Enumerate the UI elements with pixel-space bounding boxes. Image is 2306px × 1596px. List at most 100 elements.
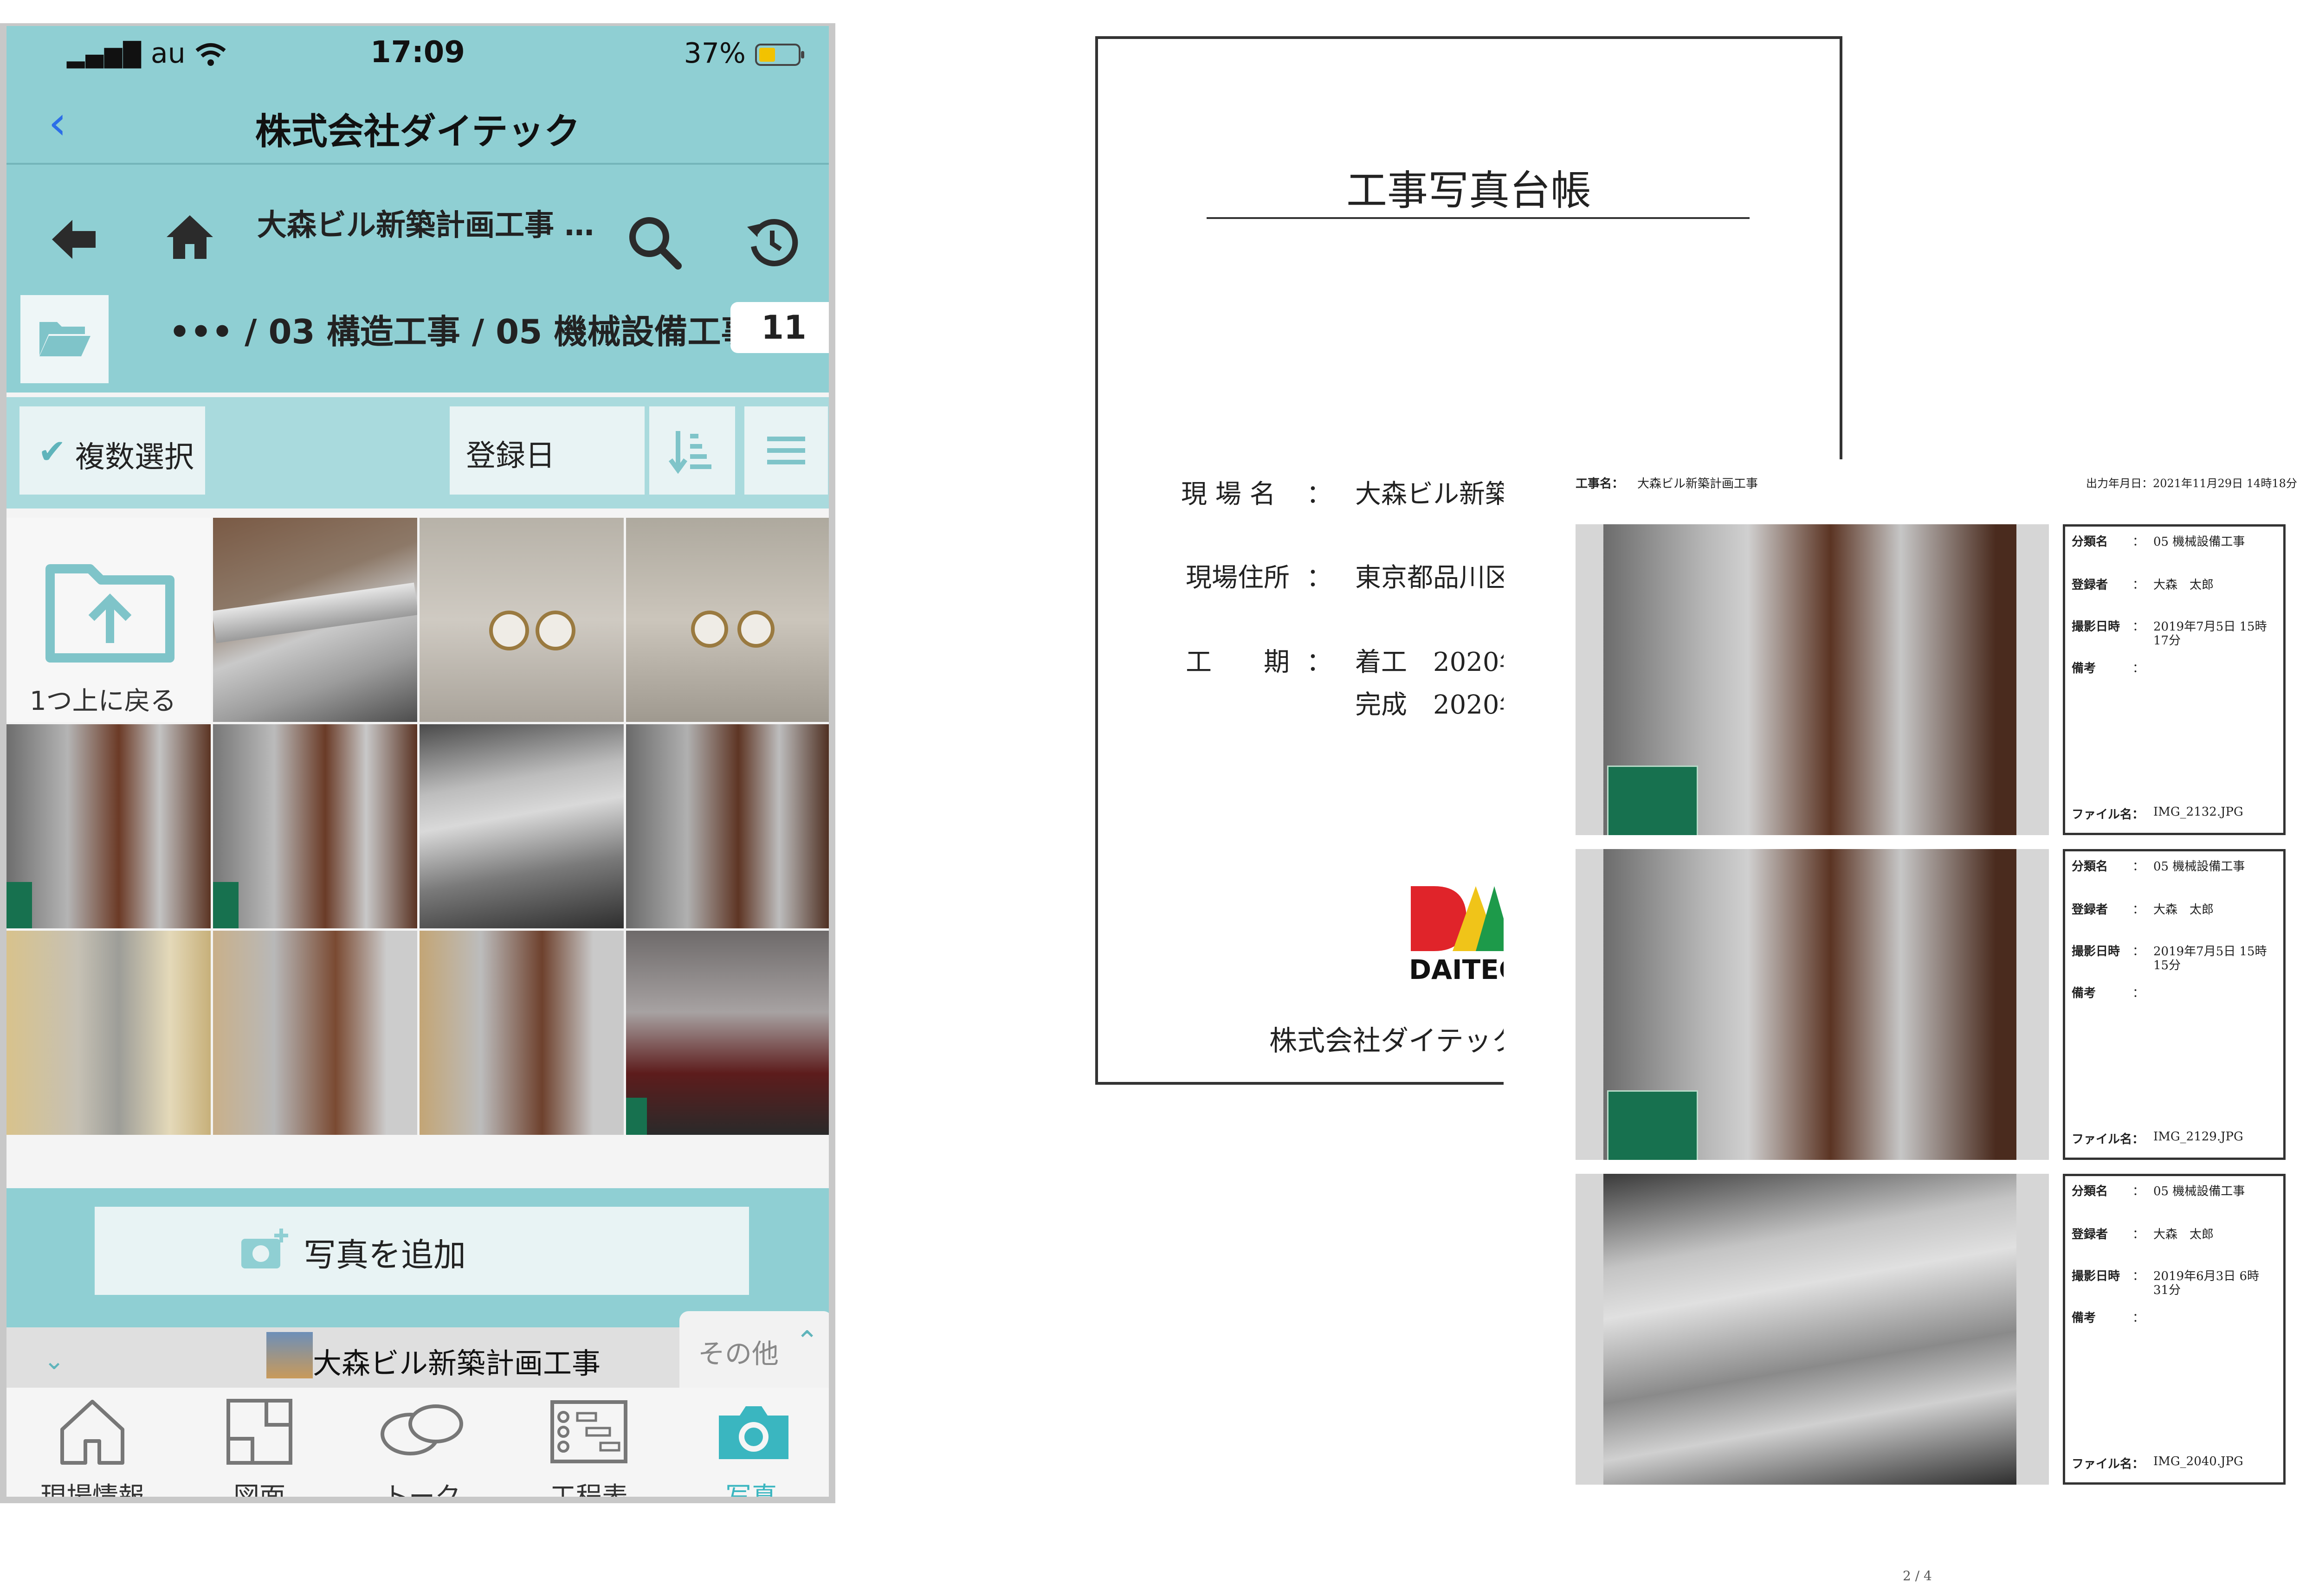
checkmark-icon: ✔: [38, 432, 66, 471]
meta-file-label: ファイル名：: [2072, 1133, 2145, 1146]
photo-thumbnail[interactable]: [213, 931, 417, 1135]
photo-thumbnail[interactable]: [626, 518, 829, 722]
meta-category: 05 機械設備工事: [2153, 860, 2245, 874]
photo-thumbnail[interactable]: [626, 931, 829, 1135]
meta-category: 05 機械設備工事: [2153, 535, 2245, 549]
sort-key-label: 登録日: [466, 439, 555, 473]
meta-category: 05 機械設備工事: [2153, 1184, 2245, 1198]
site-address-label: 現場住所: [1186, 563, 1290, 593]
meta-date-label: 撮影日時: [2072, 620, 2120, 634]
meta-note-label: 備考: [2072, 662, 2096, 676]
photo-thumbnail[interactable]: [420, 518, 624, 722]
open-folder-icon: [39, 322, 90, 356]
arrow-left-icon[interactable]: [48, 216, 99, 263]
ledger-photo: [1576, 1174, 2049, 1485]
go-up-label: 1つ上に戻る: [30, 686, 176, 716]
phone-screen: ▂▄▆█ au 17:09 37% ‹ 株式会社ダイテック 大森ビル新築計画工事…: [0, 23, 835, 1503]
site-address-value: 東京都品川区: [1355, 563, 1511, 593]
period-label: 工 期: [1186, 647, 1290, 677]
folder-up-icon: [45, 564, 174, 663]
cover-company: 株式会社ダイテック: [1269, 1025, 1519, 1057]
daitec-logo: DAITEC: [1409, 886, 1513, 985]
meta-note-label: 備考: [2072, 986, 2096, 1000]
battery-icon: [755, 44, 804, 66]
multi-select-label: 複数選択: [75, 440, 194, 475]
project-selector[interactable]: 大森ビル新築計画工事 …: [257, 201, 594, 244]
meta-author: 大森 太郎: [2153, 903, 2214, 917]
site-address-sep: ：: [1306, 563, 1332, 593]
photo-count-badge: 11: [730, 302, 829, 353]
menu-icon: [767, 437, 805, 464]
list-view-button[interactable]: [744, 406, 828, 495]
meta-author-label: 登録者: [2072, 1228, 2108, 1242]
meta-file-label: ファイル名：: [2072, 1457, 2145, 1471]
sort-key-select[interactable]: 登録日: [450, 406, 645, 495]
battery-indicator: 37%: [684, 37, 806, 70]
add-camera-icon: [241, 1229, 288, 1268]
photo-thumbnail[interactable]: [420, 724, 624, 928]
meta-date-minutes: 17分: [2153, 634, 2181, 648]
photo-grid: 1つ上に戻る: [6, 518, 829, 1144]
page-title: 株式会社ダイテック: [255, 111, 581, 153]
tab-talk[interactable]: トーク: [352, 1476, 491, 1497]
site-name-label: 現 場 名: [1181, 479, 1276, 509]
tab-site-info[interactable]: 現場情報: [23, 1476, 162, 1497]
photo-thumbnail[interactable]: [420, 931, 624, 1135]
meta-date-minutes: 31分: [2153, 1283, 2181, 1297]
page-number: 2 / 4: [1903, 1568, 1932, 1583]
site-name-sep: ：: [1306, 479, 1332, 509]
meta-file-label: ファイル名：: [2072, 808, 2145, 822]
tab-photos[interactable]: 写真: [682, 1476, 821, 1497]
meta-category-label: 分類名: [2072, 535, 2108, 549]
meta-author-label: 登録者: [2072, 578, 2108, 592]
home-icon[interactable]: [55, 1397, 129, 1467]
photo-thumbnail[interactable]: [626, 724, 829, 928]
floorplan-icon[interactable]: [225, 1397, 294, 1467]
meta-category-label: 分類名: [2072, 860, 2108, 874]
meta-category-label: 分類名: [2072, 1184, 2108, 1198]
project-thumbnail: [266, 1332, 313, 1378]
meta-file: IMG_2040.JPG: [2153, 1454, 2243, 1468]
site-name-value: 大森ビル新築: [1355, 479, 1511, 509]
meta-author-label: 登録者: [2072, 903, 2108, 917]
history-icon[interactable]: [744, 214, 800, 270]
home-icon[interactable]: [162, 212, 218, 263]
period-sep: ：: [1306, 647, 1332, 677]
ledger-photo: [1576, 849, 2049, 1160]
schedule-icon[interactable]: [549, 1399, 628, 1464]
header-project-value: 大森ビル新築計画工事: [1637, 477, 1758, 491]
meta-author: 大森 太郎: [2153, 1228, 2214, 1242]
multi-select-button[interactable]: ✔ 複数選択: [19, 406, 205, 495]
photo-thumbnail[interactable]: [213, 724, 417, 928]
add-photo-label: 写真を追加: [304, 1236, 466, 1274]
more-label: その他: [698, 1338, 779, 1370]
meta-file: IMG_2132.JPG: [2153, 805, 2243, 819]
breadcrumb[interactable]: ••• / 03 構造工事 / 05 機械設備工事: [169, 304, 754, 353]
battery-percent: 37%: [684, 37, 746, 70]
meta-author: 大森 太郎: [2153, 578, 2214, 592]
period-start-value: 着工 2020年: [1355, 647, 1525, 677]
svg-text:DAITEC: DAITEC: [1409, 954, 1513, 985]
chevron-up-icon[interactable]: ⌃: [795, 1325, 819, 1358]
photo-thumbnail[interactable]: [6, 724, 211, 928]
meta-date-label: 撮影日時: [2072, 1269, 2120, 1283]
period-end-value: 完成 2020年: [1355, 690, 1525, 720]
ledger-photo: [1576, 524, 2049, 835]
photo-thumbnail[interactable]: [6, 931, 211, 1135]
meta-file: IMG_2129.JPG: [2153, 1130, 2243, 1144]
tab-drawings[interactable]: 図面: [190, 1476, 329, 1497]
project-name: 大森ビル新築計画工事: [313, 1346, 601, 1380]
search-icon[interactable]: [626, 214, 682, 270]
meta-note-label: 備考: [2072, 1311, 2096, 1325]
sort-order-button[interactable]: [649, 406, 735, 495]
chat-icon[interactable]: [378, 1402, 466, 1462]
tab-schedule[interactable]: 工程表: [519, 1476, 659, 1497]
header-output-date: 出力年月日：2021年11月29日 14時18分: [2086, 477, 2297, 490]
photo-thumbnail[interactable]: [213, 518, 417, 722]
meta-date-minutes: 15分: [2153, 959, 2181, 972]
header-project-label: 工事名：: [1576, 477, 1624, 491]
chevron-down-icon[interactable]: ⌄: [44, 1346, 65, 1375]
go-up-tile[interactable]: 1つ上に戻る: [6, 518, 211, 722]
camera-icon[interactable]: [714, 1402, 793, 1462]
ledger-title: 工事写真台帳: [1346, 167, 1591, 214]
